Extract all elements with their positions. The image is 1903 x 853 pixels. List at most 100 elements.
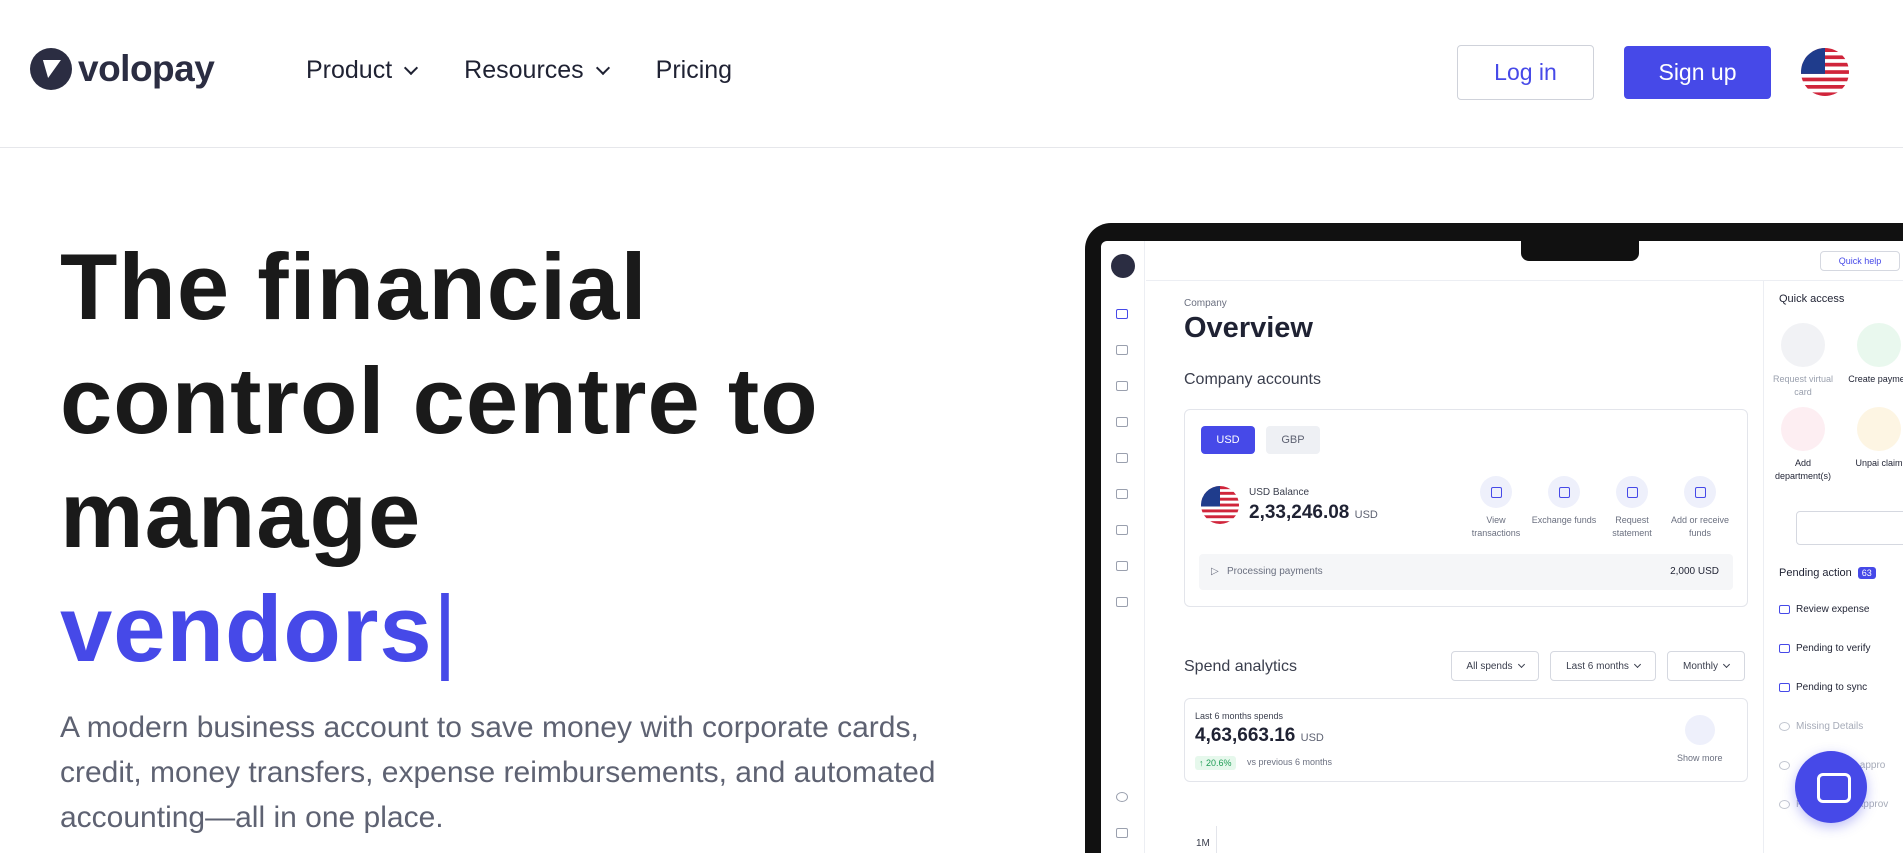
send-icon: ▷ [1211,566,1219,577]
period-dropdown: Last 6 months [1550,651,1656,681]
hero-title-line: manage [60,462,422,567]
hero-title-accent: vendors [60,576,433,681]
help-icon [1116,792,1128,802]
landing-page: volopay Product Resources Pricing Log in… [0,0,1903,853]
spend-label: Last 6 months spends [1195,711,1284,721]
processing-label: Processing payments [1227,566,1323,577]
chart-axis [1216,826,1217,853]
nav-item-label: Resources [464,56,584,84]
processing-payments-row: ▷ Processing payments 2,000 USD [1199,554,1733,590]
expense-icon [1116,345,1128,355]
typing-cursor: | [432,576,459,681]
hero-title-line: The financial [60,234,648,339]
volopay-logo[interactable]: volopay [30,48,215,90]
chart-tick-label: 1M [1196,838,1210,849]
reimburse-icon [1116,561,1128,571]
pending-item: Pending to verify [1779,643,1871,654]
quick-access-heading: Quick access [1779,293,1845,305]
balance-label: USD Balance [1249,487,1310,498]
chevron-down-icon [404,60,419,75]
dropdown-value: Monthly [1682,660,1718,672]
chevron-down-icon [595,60,610,75]
growth-badge: ↑ 20.6% [1195,756,1236,770]
shield-icon [1779,800,1790,809]
pending-item: Pending to sync [1779,682,1867,693]
shortcut-label: Add department(s) [1774,458,1832,481]
laptop-mockup: Quick help Company Overview Company acco… [1085,223,1903,853]
interval-dropdown: Monthly [1667,651,1745,681]
card-add-icon [1781,323,1825,367]
growth-value: 20.6% [1206,758,1232,768]
spend-unit: USD [1300,732,1324,744]
action-label: Request statement [1612,515,1652,538]
shortcut-label: Unpai claim [1855,458,1903,468]
sync-icon [1779,683,1790,692]
pending-count-badge: 63 [1857,567,1876,579]
pending-item-label: Pending to verify [1796,643,1871,654]
shield-icon [1779,761,1790,770]
request-statement-action: Request statement [1597,476,1667,540]
dashboard-screen: Quick help Company Overview Company acco… [1101,241,1903,853]
nav-item-resources[interactable]: Resources [464,56,610,85]
signup-button[interactable]: Sign up [1624,46,1771,99]
quick-access-more-button [1796,511,1903,545]
chevron-down-icon [1685,715,1715,745]
camera-notch [1521,241,1639,261]
exchange-icon [1548,476,1580,508]
tab-gbp: GBP [1266,426,1320,454]
accounts-card: USD GBP USD Balance 2,33,246.08 USD View… [1184,409,1748,607]
spend-type-dropdown: All spends [1451,651,1539,681]
show-more-link: Show more [1677,753,1723,763]
spend-value: 4,63,663.16 USD [1195,725,1324,747]
shortcut-label: Request virtual card [1772,374,1834,397]
add-funds-action: Add or receive funds [1665,476,1735,540]
logo-wordmark: volopay [78,48,215,89]
us-flag-icon[interactable] [1801,48,1849,96]
exchange-funds-action: Exchange funds [1529,476,1599,527]
logo-mark-icon [30,48,72,90]
pending-item: Review expense [1779,604,1869,615]
spend-amount: 4,63,663.16 [1195,725,1296,746]
quick-help-button: Quick help [1820,251,1900,271]
pending-heading-label: Pending action [1779,567,1852,579]
nav-item-label: Pricing [655,56,733,84]
wallet-add-icon [1684,476,1716,508]
pending-item-label: Pending to sync [1796,682,1868,693]
wallet-icon [1116,453,1128,463]
download-icon [1616,476,1648,508]
hero-title: The financial control centre to manage v… [60,230,960,686]
nav-item-label: Product [306,56,393,84]
bill-icon [1116,525,1128,535]
chat-icon [1116,828,1128,838]
dashboard-breadcrumb: Company [1184,298,1227,309]
nav-item-pricing[interactable]: Pricing [656,56,732,85]
site-header: volopay Product Resources Pricing Log in… [0,0,1903,148]
nav-item-product[interactable]: Product [306,56,419,85]
send-icon [1857,323,1901,367]
card-icon [1116,417,1128,427]
balance-value: 2,33,246.08 USD [1249,502,1378,524]
chevron-down-icon [1633,660,1641,669]
transfer-icon [1116,381,1128,391]
chat-launcher-button[interactable] [1795,751,1867,823]
pending-item-label: Review expense [1796,604,1870,615]
dropdown-value: Last 6 months [1566,660,1629,672]
action-label: Add or receive funds [1670,515,1730,538]
dashboard-sidebar [1101,241,1145,853]
processing-value: 2,000 USD [1670,566,1719,577]
checklist-icon [1779,605,1790,614]
action-label: View transactions [1471,515,1521,538]
balance-unit: USD [1354,509,1378,521]
growth-compare: vs previous 6 months [1247,757,1333,767]
tab-usd: USD [1201,426,1255,454]
hero-title-line: control centre to [60,348,819,453]
login-button[interactable]: Log in [1457,45,1594,100]
action-label: Exchange funds [1531,515,1597,525]
pending-action-heading: Pending action 63 [1779,567,1876,579]
verify-icon [1779,644,1790,653]
accounts-heading: Company accounts [1184,371,1321,388]
team-icon [1781,407,1825,451]
spend-card: Last 6 months spends 4,63,663.16 USD ↑ 2… [1184,698,1748,782]
chevron-down-icon [1722,660,1731,669]
request-virtual-card-shortcut: Request virtual card [1768,323,1838,399]
